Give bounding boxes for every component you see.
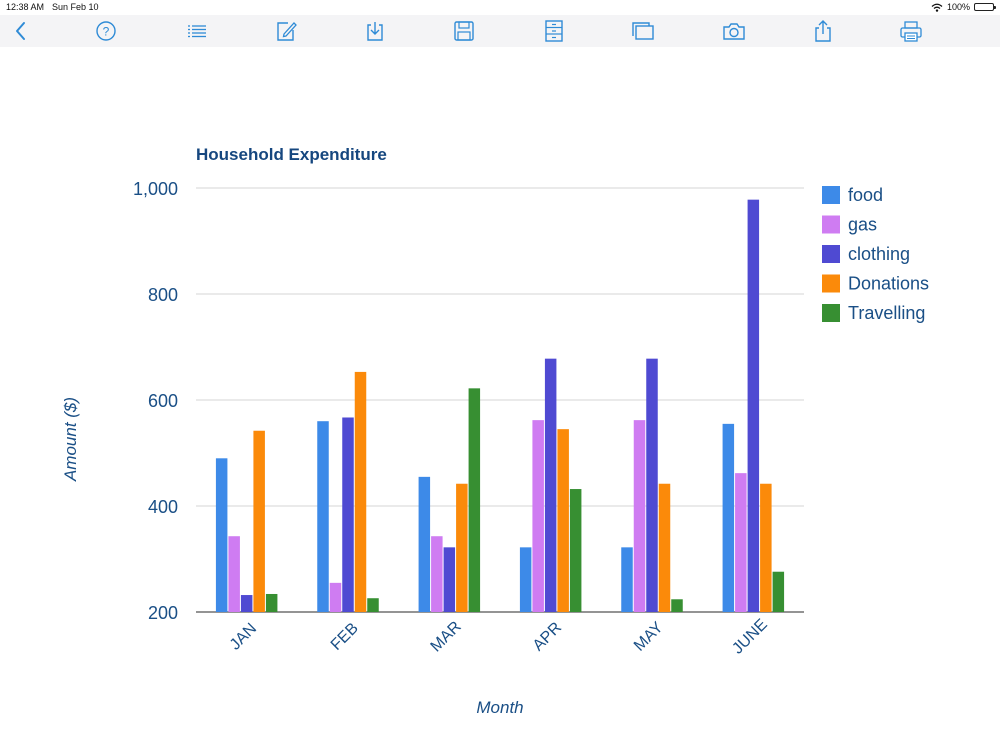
status-time: 12:38 AM (6, 2, 45, 12)
bar-clothing-mar (443, 547, 456, 612)
legend: food gas clothing Donations Travelling (822, 185, 929, 323)
legend-swatch-clothing (822, 245, 840, 263)
bar-food-jan (215, 458, 228, 612)
cabinet-icon[interactable] (541, 19, 567, 43)
legend-label-travelling: Travelling (848, 303, 925, 323)
bar-donations-apr (557, 429, 569, 612)
y-tick-label: 600 (148, 391, 178, 411)
status-date: Sun Feb 10 (52, 2, 99, 12)
bar-food-may (621, 547, 633, 612)
bar-food-june (722, 423, 735, 612)
save-icon[interactable] (451, 19, 477, 43)
bar-donations-jan (253, 430, 265, 612)
help-icon[interactable]: ? (93, 19, 119, 43)
x-tick-label: APR (530, 619, 565, 654)
status-bar: 12:38 AM Sun Feb 10 100% (0, 0, 1000, 15)
bar-clothing-june (747, 199, 760, 612)
bar-travelling-june (772, 571, 785, 612)
legend-label-gas: gas (848, 215, 877, 235)
battery-icon (974, 3, 996, 11)
x-tick-label: JAN (227, 620, 260, 653)
bars (215, 199, 785, 612)
bar-donations-may (658, 483, 671, 612)
bar-donations-june (760, 483, 772, 612)
bar-chart: Household Expenditure 2004006008001,000 … (61, 145, 929, 717)
x-tick-label: MAR (428, 618, 465, 655)
toolbar: ? (0, 15, 1000, 47)
x-tick-label: FEB (328, 620, 362, 654)
bar-food-mar (418, 476, 431, 612)
legend-label-food: food (848, 185, 883, 205)
download-icon[interactable] (362, 19, 388, 43)
bar-gas-feb (329, 582, 342, 612)
x-axis-ticks: JAN FEB MAR APR MAY JUNE (227, 616, 771, 658)
list-icon[interactable] (184, 19, 210, 43)
legend-swatch-donations (822, 274, 840, 293)
x-axis-label: Month (476, 698, 523, 717)
legend-swatch-food (822, 186, 840, 204)
back-icon[interactable] (8, 19, 34, 43)
bar-clothing-apr (544, 358, 557, 612)
y-axis-label: Amount ($) (61, 397, 80, 482)
bar-donations-feb (354, 371, 367, 612)
bar-gas-jan (228, 536, 240, 612)
status-right: 100% (931, 2, 996, 12)
wifi-icon (931, 3, 943, 12)
svg-text:?: ? (103, 25, 110, 39)
bar-food-feb (317, 421, 329, 612)
bar-gas-june (735, 473, 747, 612)
grid-lines (196, 187, 804, 613)
y-tick-label: 400 (148, 497, 178, 517)
bar-gas-may (633, 420, 646, 612)
y-tick-label: 1,000 (133, 179, 178, 199)
battery-percent: 100% (946, 2, 970, 12)
legend-swatch-travelling (822, 304, 840, 322)
bar-travelling-mar (468, 388, 481, 612)
y-tick-label: 200 (148, 603, 178, 623)
legend-label-donations: Donations (848, 274, 929, 294)
bar-gas-apr (532, 420, 544, 612)
edit-icon[interactable] (273, 19, 299, 43)
share-icon[interactable] (810, 19, 836, 43)
bar-travelling-apr (569, 489, 582, 612)
chart-title: Household Expenditure (196, 145, 387, 164)
bar-travelling-may (671, 599, 683, 612)
windows-icon[interactable] (630, 19, 656, 43)
camera-icon[interactable] (721, 19, 747, 43)
legend-swatch-gas (822, 215, 840, 234)
bar-travelling-feb (367, 598, 379, 612)
y-axis-ticks: 200 400 600 800 1,000 (133, 179, 178, 623)
bar-food-apr (519, 547, 532, 612)
bar-clothing-may (646, 358, 658, 612)
bar-donations-mar (456, 483, 468, 612)
legend-label-clothing: clothing (848, 244, 910, 264)
bar-travelling-jan (265, 593, 278, 612)
x-tick-label: JUNE (729, 616, 771, 658)
x-tick-label: MAY (631, 619, 667, 655)
bar-clothing-jan (240, 595, 253, 612)
bar-gas-mar (431, 536, 443, 612)
print-icon[interactable] (898, 19, 924, 43)
bar-clothing-feb (342, 417, 354, 612)
y-tick-label: 800 (148, 285, 178, 305)
